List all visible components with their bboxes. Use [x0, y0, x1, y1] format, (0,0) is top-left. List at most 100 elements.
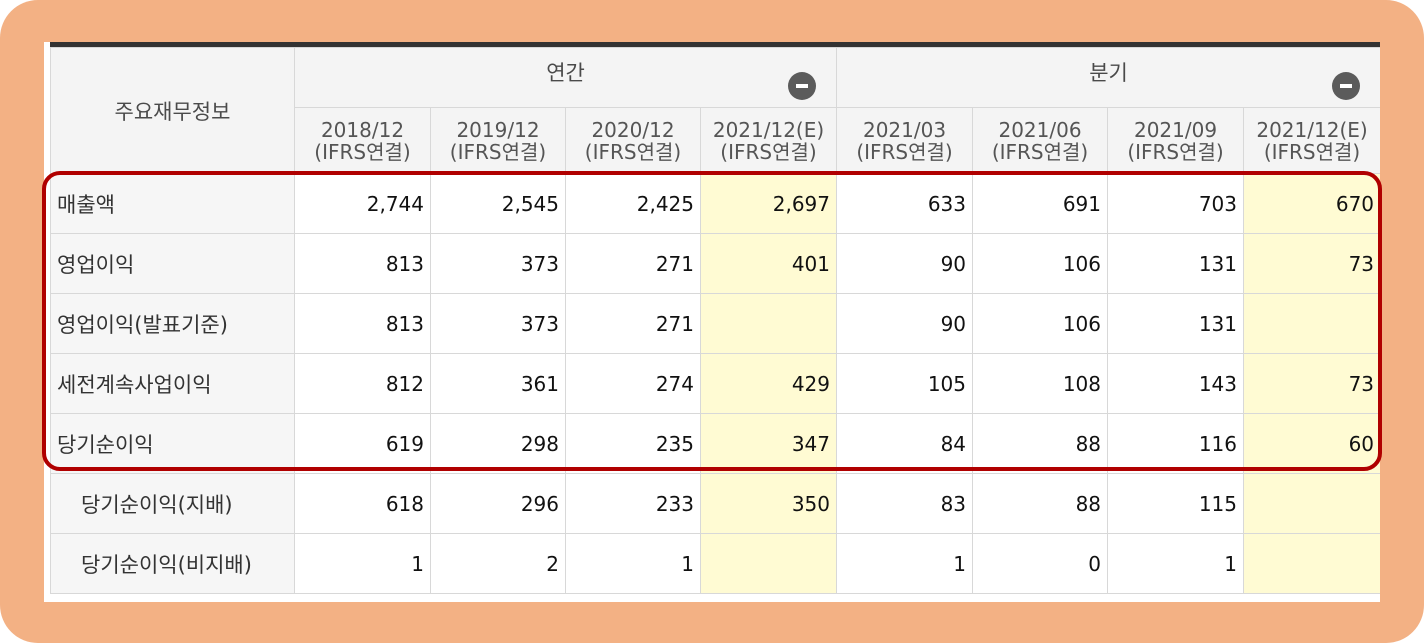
- quarterly-group-header: 분기: [836, 47, 1380, 108]
- table-cell: 108: [972, 353, 1109, 414]
- period-header: 2021/12(E) (IFRS연결): [1243, 107, 1380, 174]
- table-cell: [1243, 533, 1380, 594]
- table-cell: 2: [430, 533, 566, 594]
- row-label[interactable]: 영업이익: [50, 233, 295, 294]
- table-cell: 1: [294, 533, 431, 594]
- table-cell: 1: [836, 533, 974, 594]
- table-cell: 2,697: [699, 173, 838, 234]
- financial-summary-panel: 주요재무정보 연간 분기 2018/12 (IFRS연결) 2019/12 (IFRS…: [44, 42, 1380, 602]
- table-row: 매출액 2,744 2,545 2,425 2,697 633 691 703 670: [50, 173, 1380, 234]
- table-row: 당기순이익 619 298 235 347 84 88 116 60: [50, 413, 1380, 474]
- table-cell: [699, 533, 838, 594]
- table-cell: 361: [430, 353, 566, 414]
- table-row: 당기순이익(지배) 618 296 233 350 83 88 115: [50, 473, 1380, 534]
- table-cell: 116: [1107, 413, 1245, 474]
- period-date: 2020/12: [591, 117, 675, 142]
- table-cell: 88: [972, 473, 1109, 534]
- table-cell: 813: [294, 233, 431, 294]
- corner-header: 주요재무정보: [50, 47, 295, 174]
- table-cell: 233: [565, 473, 701, 534]
- table-cell: 347: [699, 413, 838, 474]
- period-date: 2021/12(E): [712, 117, 825, 142]
- table-cell: 131: [1107, 293, 1245, 354]
- period-header: 2021/09 (IFRS연결): [1107, 107, 1245, 174]
- table-cell: 271: [565, 293, 701, 354]
- table-cell: 1: [1107, 533, 1245, 594]
- minus-circle-icon[interactable]: [788, 72, 817, 100]
- table-cell: 2,545: [430, 173, 566, 234]
- table-cell: 90: [836, 233, 974, 294]
- row-label[interactable]: 세전계속사업이익: [50, 353, 295, 414]
- table-cell: 235: [565, 413, 701, 474]
- period-header: 2020/12 (IFRS연결): [565, 107, 701, 174]
- minus-circle-icon[interactable]: [1332, 72, 1361, 100]
- table-cell: 373: [430, 233, 566, 294]
- period-basis: (IFRS연결): [856, 139, 953, 164]
- period-basis: (IFRS연결): [1127, 139, 1224, 164]
- table-cell: 296: [430, 473, 566, 534]
- table-cell: 2,425: [565, 173, 701, 234]
- period-date: 2021/03: [862, 117, 947, 142]
- annual-group-header: 연간: [293, 47, 838, 108]
- table-cell: 373: [430, 293, 566, 354]
- table-cell: 73: [1243, 233, 1380, 294]
- table-cell: 131: [1107, 233, 1245, 294]
- table-cell: 401: [699, 233, 838, 294]
- table-row: 당기순이익(비지배) 1 2 1 1 0 1: [50, 533, 1380, 594]
- period-basis: (IFRS연결): [584, 139, 682, 164]
- table-row: 영업이익(발표기준) 813 373 271 90 106 131: [50, 293, 1380, 354]
- period-header: 2018/12 (IFRS연결): [294, 107, 431, 174]
- period-date: 2021/06: [998, 117, 1082, 142]
- row-label[interactable]: 매출액: [50, 173, 295, 234]
- table-row: 세전계속사업이익 812 361 274 429 105 108 143 73: [50, 353, 1380, 414]
- table-cell: 106: [972, 293, 1109, 354]
- row-label[interactable]: 영업이익(발표기준): [50, 293, 295, 354]
- table-cell: 2,744: [294, 173, 431, 234]
- table-cell: 60: [1243, 413, 1380, 474]
- table-cell: 0: [972, 533, 1109, 594]
- table-cell: 813: [294, 293, 431, 354]
- table-cell: 105: [836, 353, 974, 414]
- table-cell: [1243, 293, 1380, 354]
- table-cell: 619: [294, 413, 431, 474]
- table-cell: 83: [836, 473, 974, 534]
- period-basis: (IFRS연결): [1263, 139, 1361, 164]
- table-cell: 350: [699, 473, 838, 534]
- period-date: 2021/12(E): [1256, 117, 1368, 142]
- table-cell: 271: [565, 233, 701, 294]
- period-header: 2021/03 (IFRS연결): [836, 107, 974, 174]
- period-basis: (IFRS연결): [720, 139, 817, 164]
- row-label[interactable]: 당기순이익(지배): [50, 473, 295, 534]
- financial-summary-table: 주요재무정보 연간 분기 2018/12 (IFRS연결) 2019/12 (IFRS…: [50, 47, 1380, 594]
- table-cell: [699, 293, 838, 354]
- table-cell: 812: [294, 353, 431, 414]
- table-cell: 703: [1107, 173, 1245, 234]
- table-cell: 429: [699, 353, 838, 414]
- table-cell: 298: [430, 413, 566, 474]
- table-cell: 88: [972, 413, 1109, 474]
- table-cell: 633: [836, 173, 974, 234]
- period-header: 2021/06 (IFRS연결): [972, 107, 1109, 174]
- table-cell: 1: [565, 533, 701, 594]
- table-row: 영업이익 813 373 271 401 90 106 131 73: [50, 233, 1380, 294]
- table-cell: 115: [1107, 473, 1245, 534]
- row-label[interactable]: 당기순이익(비지배): [50, 533, 295, 594]
- period-header: 2019/12 (IFRS연결): [430, 107, 566, 174]
- table-cell: 691: [972, 173, 1109, 234]
- table-cell: 670: [1243, 173, 1380, 234]
- table-cell: 143: [1107, 353, 1245, 414]
- period-date: 2019/12: [456, 117, 540, 142]
- period-date: 2018/12: [320, 117, 405, 142]
- table-cell: 73: [1243, 353, 1380, 414]
- row-label[interactable]: 당기순이익: [50, 413, 295, 474]
- annual-group-label: 연간: [546, 60, 585, 85]
- table-cell: 90: [836, 293, 974, 354]
- table-cell: 618: [294, 473, 431, 534]
- table-cell: [1243, 473, 1380, 534]
- period-date: 2021/09: [1133, 117, 1218, 142]
- period-basis: (IFRS연결): [314, 139, 411, 164]
- period-basis: (IFRS연결): [991, 139, 1089, 164]
- quarterly-group-label: 분기: [1089, 60, 1128, 85]
- table-cell: 84: [836, 413, 974, 474]
- period-header: 2021/12(E) (IFRS연결): [699, 107, 838, 174]
